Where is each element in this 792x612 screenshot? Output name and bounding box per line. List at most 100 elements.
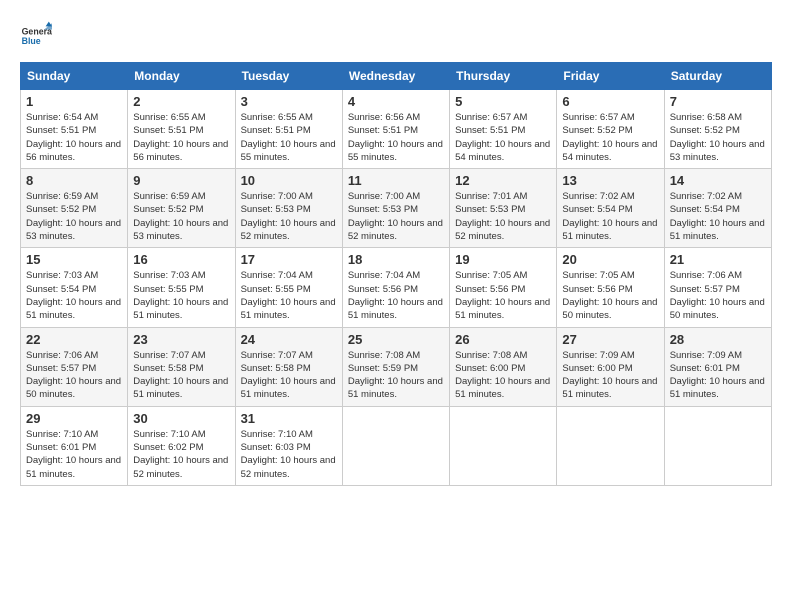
calendar-cell: 14 Sunrise: 7:02 AM Sunset: 5:54 PM Dayl… [664,169,771,248]
day-info: Sunrise: 7:10 AM Sunset: 6:03 PM Dayligh… [241,428,337,481]
sunset-label: Sunset: 6:00 PM [562,363,632,374]
day-info: Sunrise: 7:04 AM Sunset: 5:56 PM Dayligh… [348,269,444,322]
day-info: Sunrise: 6:58 AM Sunset: 5:52 PM Dayligh… [670,111,766,164]
calendar-cell: 23 Sunrise: 7:07 AM Sunset: 5:58 PM Dayl… [128,327,235,406]
calendar-cell: 15 Sunrise: 7:03 AM Sunset: 5:54 PM Dayl… [21,248,128,327]
sunrise-label: Sunrise: 7:10 AM [241,429,313,440]
day-number: 19 [455,252,551,267]
calendar-header-sunday: Sunday [21,63,128,90]
day-number: 22 [26,332,122,347]
calendar-cell [450,406,557,485]
calendar-cell: 5 Sunrise: 6:57 AM Sunset: 5:51 PM Dayli… [450,90,557,169]
day-info: Sunrise: 7:03 AM Sunset: 5:55 PM Dayligh… [133,269,229,322]
daylight-label: Daylight: 10 hours and 51 minutes. [133,376,228,400]
sunrise-label: Sunrise: 7:08 AM [455,350,527,361]
calendar-cell: 6 Sunrise: 6:57 AM Sunset: 5:52 PM Dayli… [557,90,664,169]
sunset-label: Sunset: 5:52 PM [26,204,96,215]
day-number: 21 [670,252,766,267]
sunrise-label: Sunrise: 7:01 AM [455,191,527,202]
calendar-cell: 8 Sunrise: 6:59 AM Sunset: 5:52 PM Dayli… [21,169,128,248]
daylight-label: Daylight: 10 hours and 51 minutes. [455,297,550,321]
sunrise-label: Sunrise: 7:05 AM [562,270,634,281]
calendar-cell: 30 Sunrise: 7:10 AM Sunset: 6:02 PM Dayl… [128,406,235,485]
sunrise-label: Sunrise: 6:56 AM [348,112,420,123]
daylight-label: Daylight: 10 hours and 50 minutes. [562,297,657,321]
daylight-label: Daylight: 10 hours and 53 minutes. [26,218,121,242]
day-number: 28 [670,332,766,347]
day-number: 16 [133,252,229,267]
sunset-label: Sunset: 5:51 PM [133,125,203,136]
sunset-label: Sunset: 5:59 PM [348,363,418,374]
day-number: 23 [133,332,229,347]
day-info: Sunrise: 6:56 AM Sunset: 5:51 PM Dayligh… [348,111,444,164]
daylight-label: Daylight: 10 hours and 51 minutes. [670,376,765,400]
sunset-label: Sunset: 5:56 PM [562,284,632,295]
daylight-label: Daylight: 10 hours and 51 minutes. [241,297,336,321]
calendar-header-monday: Monday [128,63,235,90]
sunrise-label: Sunrise: 6:55 AM [133,112,205,123]
sunset-label: Sunset: 5:54 PM [26,284,96,295]
calendar-cell: 24 Sunrise: 7:07 AM Sunset: 5:58 PM Dayl… [235,327,342,406]
day-info: Sunrise: 6:59 AM Sunset: 5:52 PM Dayligh… [133,190,229,243]
sunset-label: Sunset: 6:01 PM [26,442,96,453]
daylight-label: Daylight: 10 hours and 53 minutes. [133,218,228,242]
daylight-label: Daylight: 10 hours and 51 minutes. [348,376,443,400]
day-info: Sunrise: 7:01 AM Sunset: 5:53 PM Dayligh… [455,190,551,243]
sunset-label: Sunset: 5:58 PM [133,363,203,374]
calendar-cell [557,406,664,485]
calendar-cell: 31 Sunrise: 7:10 AM Sunset: 6:03 PM Dayl… [235,406,342,485]
day-number: 7 [670,94,766,109]
sunrise-label: Sunrise: 7:04 AM [348,270,420,281]
sunrise-label: Sunrise: 6:57 AM [562,112,634,123]
day-number: 5 [455,94,551,109]
daylight-label: Daylight: 10 hours and 52 minutes. [348,218,443,242]
day-info: Sunrise: 6:57 AM Sunset: 5:51 PM Dayligh… [455,111,551,164]
sunset-label: Sunset: 5:57 PM [670,284,740,295]
sunset-label: Sunset: 5:53 PM [455,204,525,215]
daylight-label: Daylight: 10 hours and 50 minutes. [26,376,121,400]
daylight-label: Daylight: 10 hours and 51 minutes. [455,376,550,400]
calendar-week-row: 15 Sunrise: 7:03 AM Sunset: 5:54 PM Dayl… [21,248,772,327]
sunrise-label: Sunrise: 7:04 AM [241,270,313,281]
sunset-label: Sunset: 5:51 PM [348,125,418,136]
day-number: 17 [241,252,337,267]
sunset-label: Sunset: 5:54 PM [670,204,740,215]
day-info: Sunrise: 7:00 AM Sunset: 5:53 PM Dayligh… [348,190,444,243]
day-info: Sunrise: 7:10 AM Sunset: 6:01 PM Dayligh… [26,428,122,481]
day-number: 29 [26,411,122,426]
daylight-label: Daylight: 10 hours and 56 minutes. [26,139,121,163]
calendar-week-row: 8 Sunrise: 6:59 AM Sunset: 5:52 PM Dayli… [21,169,772,248]
day-number: 25 [348,332,444,347]
day-number: 11 [348,173,444,188]
daylight-label: Daylight: 10 hours and 51 minutes. [26,455,121,479]
calendar-header-saturday: Saturday [664,63,771,90]
sunset-label: Sunset: 5:53 PM [241,204,311,215]
sunrise-label: Sunrise: 6:59 AM [26,191,98,202]
calendar-cell: 1 Sunrise: 6:54 AM Sunset: 5:51 PM Dayli… [21,90,128,169]
sunset-label: Sunset: 6:02 PM [133,442,203,453]
daylight-label: Daylight: 10 hours and 51 minutes. [133,297,228,321]
calendar-cell [664,406,771,485]
day-number: 1 [26,94,122,109]
calendar-cell: 12 Sunrise: 7:01 AM Sunset: 5:53 PM Dayl… [450,169,557,248]
sunset-label: Sunset: 5:51 PM [455,125,525,136]
sunset-label: Sunset: 5:52 PM [133,204,203,215]
sunset-label: Sunset: 5:55 PM [241,284,311,295]
sunrise-label: Sunrise: 7:03 AM [133,270,205,281]
sunrise-label: Sunrise: 7:06 AM [670,270,742,281]
calendar-cell: 19 Sunrise: 7:05 AM Sunset: 5:56 PM Dayl… [450,248,557,327]
day-info: Sunrise: 7:06 AM Sunset: 5:57 PM Dayligh… [26,349,122,402]
sunrise-label: Sunrise: 7:10 AM [133,429,205,440]
daylight-label: Daylight: 10 hours and 51 minutes. [26,297,121,321]
sunrise-label: Sunrise: 7:03 AM [26,270,98,281]
day-number: 9 [133,173,229,188]
sunset-label: Sunset: 5:54 PM [562,204,632,215]
sunrise-label: Sunrise: 7:06 AM [26,350,98,361]
day-number: 6 [562,94,658,109]
calendar-cell: 28 Sunrise: 7:09 AM Sunset: 6:01 PM Dayl… [664,327,771,406]
sunset-label: Sunset: 5:52 PM [670,125,740,136]
sunrise-label: Sunrise: 7:00 AM [348,191,420,202]
calendar-cell: 2 Sunrise: 6:55 AM Sunset: 5:51 PM Dayli… [128,90,235,169]
day-info: Sunrise: 7:02 AM Sunset: 5:54 PM Dayligh… [670,190,766,243]
sunrise-label: Sunrise: 7:08 AM [348,350,420,361]
